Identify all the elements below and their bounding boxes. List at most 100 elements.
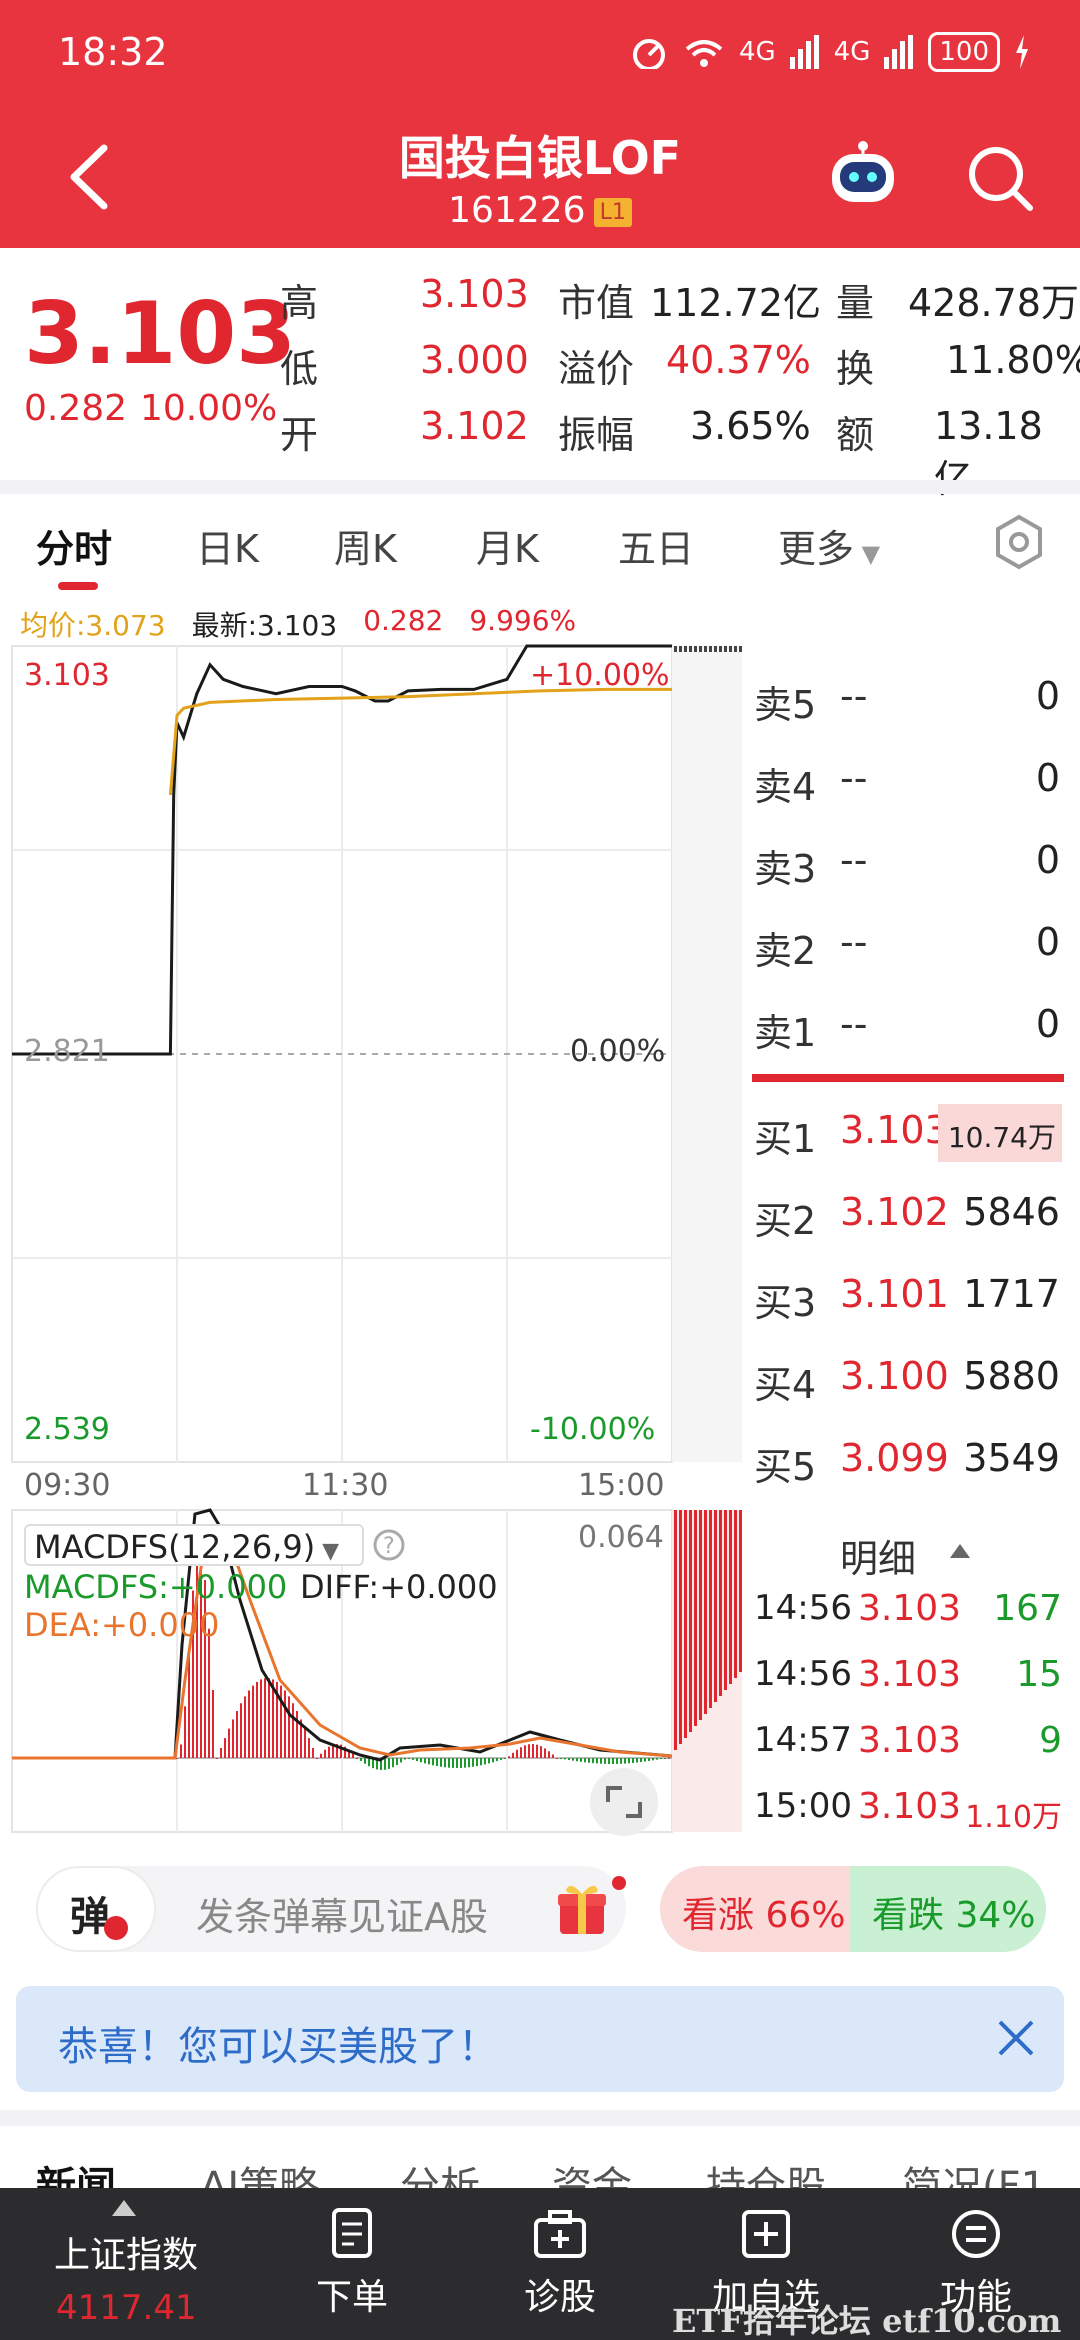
- page-title: 国投白银LOF: [398, 131, 682, 185]
- macd-bar: [460, 1758, 462, 1768]
- tab-five-day[interactable]: 五日: [618, 518, 694, 573]
- help-icon[interactable]: ?: [372, 1528, 406, 1562]
- news-tabs: 新闻 AI策略 分析 资金 持仓股 简况(F1: [0, 2140, 1080, 2190]
- bid-row-4[interactable]: 买4 3.100 5880: [752, 1344, 1062, 1414]
- intraday-chart[interactable]: [0, 640, 745, 1840]
- y-axis-pct-high: +10.00%: [530, 658, 670, 693]
- document-icon: [332, 2208, 372, 2258]
- macd-bar: [472, 1758, 474, 1767]
- close-icon[interactable]: [994, 2016, 1038, 2060]
- y-axis-low: 2.539: [24, 1412, 110, 1447]
- order-price: 3.100: [840, 1354, 949, 1398]
- macd-bar: [492, 1758, 494, 1763]
- stock-code: 161226 L1: [0, 190, 1080, 231]
- tab-news[interactable]: 新闻: [36, 2154, 116, 2190]
- vote-bullish-button[interactable]: 看涨 66%: [660, 1866, 856, 1952]
- ask-row-3[interactable]: 卖3 -- 0: [752, 828, 1062, 898]
- tab-profile[interactable]: 简况(F1: [902, 2154, 1046, 2190]
- macd-bar: [180, 1744, 182, 1758]
- ask-row-1[interactable]: 卖1 -- 0: [752, 992, 1062, 1062]
- tab-ai-strategy[interactable]: AI策略: [200, 2154, 319, 2190]
- ask-row-2[interactable]: 卖2 -- 0: [752, 910, 1062, 980]
- search-icon[interactable]: [964, 142, 1034, 212]
- macd-bar: [364, 1758, 366, 1764]
- macd-bar: [656, 1758, 658, 1760]
- tab-holdings[interactable]: 持仓股: [706, 2154, 826, 2190]
- trade-row: 15:00 3.103 1.10万: [754, 1778, 1064, 1844]
- tab-weekly-k[interactable]: 周K: [334, 518, 397, 573]
- macd-side-bar: [724, 1510, 727, 1690]
- macd-bar: [408, 1758, 410, 1759]
- network-label-2: 4G: [833, 37, 871, 67]
- gift-icon[interactable]: [556, 1880, 608, 1936]
- tab-monthly-k[interactable]: 月K: [476, 518, 539, 573]
- tab-funds[interactable]: 资金: [552, 2154, 632, 2190]
- danmaku-input[interactable]: 弹 发条弹幕见证A股: [36, 1866, 626, 1952]
- macd-bar: [392, 1758, 394, 1768]
- battery-indicator: 100: [928, 32, 1000, 72]
- vote-bullish-label: 看涨 66%: [682, 1895, 846, 1936]
- fullscreen-button[interactable]: [590, 1768, 658, 1836]
- nav-order[interactable]: 下单: [252, 2188, 452, 2340]
- menu-circle-icon: [952, 2210, 1000, 2258]
- macd-bar: [620, 1758, 622, 1764]
- macd-bar: [428, 1758, 430, 1765]
- macd-bar: [184, 1706, 186, 1758]
- volume-bar: [704, 646, 707, 652]
- tab-analysis[interactable]: 分析: [400, 2154, 480, 2190]
- trade-time: 15:00: [754, 1786, 852, 1826]
- macd-bar: [256, 1681, 258, 1758]
- volume-value: 428.78万: [908, 281, 1079, 325]
- macd-side-bar: [689, 1510, 692, 1732]
- chart-legend: 均价:3.073 最新:3.103 0.282 9.996%: [20, 604, 576, 644]
- trade-qty: 9: [1039, 1720, 1062, 1761]
- nav-diagnose[interactable]: 诊股: [460, 2188, 660, 2340]
- macd-bar: [400, 1758, 402, 1763]
- macd-diff-value: DIFF:+0.000: [300, 1568, 498, 1606]
- macd-indicator-selector[interactable]: MACDFS(12,26,9) ▼: [24, 1524, 364, 1566]
- danmaku-toggle-label: 弹: [70, 1894, 110, 1940]
- ask-row-4[interactable]: 卖4 -- 0: [752, 746, 1062, 816]
- volume-bar: [729, 646, 732, 652]
- bid-row-2[interactable]: 买2 3.102 5846: [752, 1180, 1062, 1250]
- order-price: --: [840, 1002, 868, 1046]
- turnover-value: 11.80%: [946, 338, 1080, 382]
- bid-row-3[interactable]: 买3 3.101 1717: [752, 1262, 1062, 1332]
- danmaku-toggle-button[interactable]: 弹: [36, 1866, 156, 1952]
- macd-bar: [640, 1758, 642, 1763]
- index-name: 上证指数: [54, 2235, 199, 2276]
- macd-bar: [644, 1758, 646, 1762]
- tab-more[interactable]: 更多 ▼: [778, 518, 880, 573]
- bid-row-1[interactable]: 买1 3.103 10.74万: [752, 1098, 1062, 1168]
- vote-bearish-label: 看跌 34%: [872, 1895, 1036, 1936]
- price-scale-strip: [672, 646, 742, 1462]
- vote-bearish-button[interactable]: 看跌 34%: [850, 1866, 1046, 1952]
- trade-row: 14:57 3.103 9: [754, 1712, 1064, 1778]
- macd-bar: [564, 1758, 566, 1760]
- ask-row-5[interactable]: 卖5 -- 0: [752, 664, 1062, 734]
- macd-bar: [292, 1703, 294, 1758]
- notice-banner[interactable]: 恭喜！您可以买美股了！: [16, 1986, 1064, 2092]
- macd-bar: [544, 1748, 546, 1758]
- chart-settings-icon[interactable]: [994, 514, 1044, 570]
- legend-latest: 最新:3.103: [191, 609, 338, 642]
- index-ticker[interactable]: 上证指数 4117.41: [0, 2188, 250, 2340]
- tab-daily-k[interactable]: 日K: [196, 518, 259, 573]
- macd-bar: [420, 1758, 422, 1763]
- signal-icon: [789, 35, 819, 69]
- index-value: 4117.41: [56, 2288, 197, 2328]
- svg-text:?: ?: [383, 1534, 395, 1559]
- macd-bar: [612, 1758, 614, 1764]
- mktcap-value: 112.72亿: [650, 281, 821, 325]
- y-axis-mid: 2.821: [24, 1034, 110, 1069]
- signal-icon-2: [884, 35, 914, 69]
- trade-detail-title[interactable]: 明细: [840, 1528, 916, 1583]
- x-axis-open: 09:30: [24, 1468, 111, 1503]
- trade-qty: 15: [1016, 1654, 1062, 1695]
- ai-assistant-icon[interactable]: [826, 140, 900, 206]
- bid-row-5[interactable]: 买5 3.099 3549: [752, 1426, 1062, 1496]
- order-qty: 0: [1035, 674, 1060, 718]
- tab-intraday[interactable]: 分时: [36, 518, 112, 573]
- macd-bar: [524, 1745, 526, 1758]
- order-price: 3.103: [840, 1108, 949, 1152]
